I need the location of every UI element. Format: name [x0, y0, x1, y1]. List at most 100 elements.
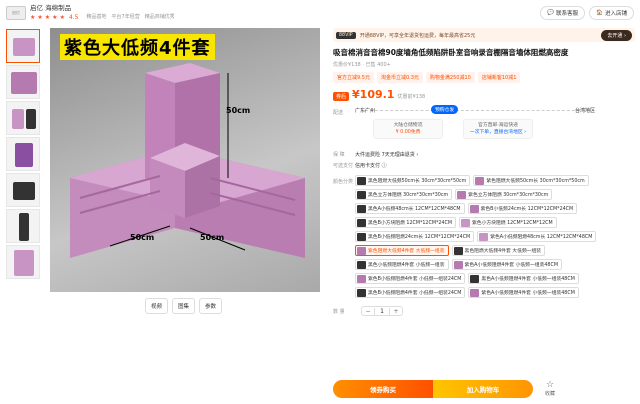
star-outline-icon: ☆ [545, 380, 555, 390]
shipping-label: 配送 [333, 110, 344, 116]
color-option[interactable]: 紫色立方体阻燃 30cm*30cm*30cm [455, 189, 553, 200]
color-option[interactable]: 黑色A小低频阻燃4件套 小低频一组装48CM [468, 273, 579, 284]
color-thumbnail [357, 204, 366, 213]
shipping-option-domestic[interactable]: 大陆仓储物流 ¥ 0.00免费 [373, 119, 443, 139]
store-meta-2: 平台7年经营 [111, 14, 140, 20]
dim-label-height: 50cm [226, 106, 251, 115]
dim-label-right: 50cm [200, 233, 225, 242]
color-thumbnail [357, 190, 366, 199]
color-option[interactable]: 紫色B小低频24cm长 12CM*12CM*24CM [467, 203, 578, 214]
shipping-option-price: ¥ 0.00免费 [395, 130, 421, 135]
promo-tag[interactable]: 店铺新客10减1 [477, 72, 521, 83]
store-icon: 🏠 [596, 10, 603, 16]
color-option-label: 紫色A小低频阻燃48cm长 12CM*12CM*48CM [490, 235, 593, 240]
color-thumbnail [479, 232, 489, 241]
thumbnail-5[interactable] [6, 173, 40, 207]
image-title: 紫色大低频4件套 [60, 34, 215, 60]
dim-label-left: 50cm [130, 233, 155, 242]
color-thumbnail [460, 218, 470, 227]
color-option[interactable]: 紫色阻燃大低频50cm长 30cm*30cm*50cm [473, 175, 589, 186]
color-thumbnail [357, 260, 366, 269]
chat-icon: 💬 [547, 10, 555, 16]
color-option-label: 紫色阻燃大低频50cm长 30cm*30cm*50cm [486, 179, 585, 184]
thumbnail-3[interactable] [6, 101, 40, 135]
color-option[interactable]: 黑色立方体阻燃 30cm*30cm*30cm [355, 189, 453, 200]
color-option[interactable]: 黑色小低频阻燃4件套 小低频一组装 [355, 259, 449, 270]
contact-service-button[interactable]: 💬 联系客服 [540, 6, 586, 20]
thumbnail-4[interactable] [6, 137, 40, 171]
star-icon: ★ [59, 14, 65, 21]
promo-tag[interactable]: 官方立减9.5元 [333, 72, 374, 83]
shipping-option-title: 大陆仓储物流 [393, 123, 423, 128]
coupon-badge: 券后 [333, 92, 350, 101]
color-option[interactable]: 黑色阻燃大低频4件套 大低频一组装 [451, 245, 546, 256]
store-rating: ★ ★ ★ ★ ★ 4.5 精品基地 平台7年经营 精品商铺优秀 [30, 13, 175, 22]
tab-video[interactable]: 视频 [145, 298, 169, 314]
color-option[interactable]: 黑色B小低频阻燃24cm长 12CM*12CM*24CM [355, 231, 475, 242]
color-option-label: 紫色小方块阻燃 12CM*12CM*12CM [471, 221, 553, 226]
favorite-button[interactable]: ☆ 收藏 [545, 380, 555, 398]
store-info: 启亿 海绵制品 ★ ★ ★ ★ ★ 4.5 精品基地 平台7年经营 精品商铺优秀 [30, 4, 175, 22]
quantity-stepper[interactable]: − 1 + [361, 306, 403, 316]
main-product-image[interactable]: 紫色大低频4件套 50cm 50cm 50cm [50, 28, 320, 292]
quantity-label: 数 量 [333, 308, 345, 315]
color-thumbnail [475, 176, 485, 185]
star-icon: ★ [44, 14, 51, 21]
color-option-label: 黑色A小低频48cm长 12CM*12CM*48CM [368, 207, 461, 212]
color-options: 颜色分类 黑色阻燃大低频50cm长 30cm*30cm*50cm 紫色阻燃大低频5… [333, 175, 635, 298]
price-row: 券后 ¥109.1 优惠前¥138 [333, 88, 635, 101]
color-thumbnail [470, 288, 480, 297]
color-option[interactable]: 黑色A小低频48cm长 12CM*12CM*48CM [355, 203, 465, 214]
color-option[interactable]: 紫色阻燃大低频4件套 大低频一组装 [355, 245, 449, 256]
color-option[interactable]: 黑色B小低频阻燃4件套 小低频一组装24CM [355, 287, 466, 298]
promo-tag[interactable]: 购物金满250减10 [425, 72, 475, 83]
color-option[interactable]: 紫色A小低频阻燃4件套 小低频一组装48CM [468, 287, 579, 298]
vip-open-button[interactable]: 去开通 › [601, 29, 632, 41]
color-option-label: 紫色A小低频阻燃4件套 小低频一组装48CM [464, 263, 558, 268]
star-icon: ★ [30, 14, 36, 21]
thumbnail-7[interactable] [6, 245, 40, 279]
color-option-label: 黑色B小低频阻燃24cm长 12CM*12CM*24CM [368, 235, 471, 240]
guarantee-value[interactable]: 大件运费险 7天无理由退货 › [355, 151, 418, 158]
action-bar: 领券购买 加入购物车 ☆ 收藏 [333, 380, 555, 398]
store-logo[interactable]: 启亿 [6, 6, 26, 20]
store-name[interactable]: 启亿 海绵制品 [30, 4, 71, 13]
thumbnail-1[interactable] [6, 29, 40, 63]
color-option[interactable]: 紫色A小低频阻燃4件套 小低频一组装48CM [451, 259, 562, 270]
color-option[interactable]: 黑色阻燃大低频50cm长 30cm*30cm*50cm [355, 175, 471, 186]
color-option[interactable]: 紫色B小低频阻燃4件套 小低频一组装24CM [355, 273, 466, 284]
payment-value[interactable]: 信用卡支付 ⓘ [355, 162, 387, 169]
vip-banner: 88VIP 开通88VIP，可享全年退货包运费，每年最高省25元 去开通 › [333, 28, 635, 42]
color-thumbnail [453, 246, 463, 255]
color-option-label: 紫色B小低频24cm长 12CM*12CM*24CM [480, 207, 574, 212]
minus-button[interactable]: − [362, 308, 374, 315]
contact-service-label: 联系客服 [556, 11, 579, 17]
product-title: 吸音棉消音音棉90度墙角低频陷阱卧室音响录音棚隔音墙体阻燃高密度 [333, 48, 569, 57]
plus-button[interactable]: + [390, 308, 402, 315]
tab-gallery[interactable]: 图集 [172, 298, 196, 314]
view-tabs: 视频 图集 参数 [145, 298, 223, 314]
add-to-cart-button[interactable]: 加入购物车 [433, 380, 533, 398]
store-meta-3: 精品商铺优秀 [144, 14, 175, 20]
quantity-input[interactable]: 1 [374, 307, 390, 315]
color-option-label: 黑色A小低频阻燃4件套 小低频一组装48CM [481, 277, 575, 282]
color-option[interactable]: 紫色小方块阻燃 12CM*12CM*12CM [458, 217, 557, 228]
shipping-option-title: 官方直邮·海运快递 [478, 123, 518, 128]
color-option-label: 黑色立方体阻燃 30cm*30cm*30cm [368, 193, 449, 198]
color-thumbnail [357, 246, 366, 255]
color-option[interactable]: 黑色B小方块阻燃 12CM*12CM*24CM [355, 217, 456, 228]
promo-tag[interactable]: 淘金币立减0.3元 [376, 72, 423, 83]
star-icon: ★ [37, 14, 43, 21]
color-thumbnail [453, 260, 463, 269]
color-option[interactable]: 紫色A小低频阻燃48cm长 12CM*12CM*48CM [477, 231, 597, 242]
thumbnail-2[interactable] [6, 65, 40, 99]
enter-store-button[interactable]: 🏠 进入店铺 [589, 6, 634, 20]
enter-store-label: 进入店铺 [604, 11, 627, 17]
thumbnail-6[interactable] [6, 209, 40, 243]
shipping-option-direct[interactable]: 官方直邮·海运快递 一次下单，直接台湾地区 › [463, 119, 533, 139]
color-option-label: 紫色阻燃大低频4件套 大低频一组装 [368, 249, 445, 254]
buy-now-button[interactable]: 领券购买 [333, 380, 433, 398]
ship-to[interactable]: 台湾地区 [575, 107, 595, 114]
color-label: 颜色分类 [333, 179, 354, 185]
tab-params[interactable]: 参数 [199, 298, 223, 314]
